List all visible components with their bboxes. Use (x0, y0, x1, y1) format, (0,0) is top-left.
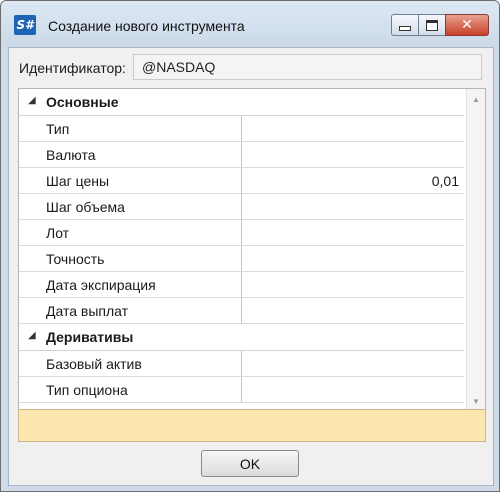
column-divider[interactable] (241, 142, 242, 167)
property-row[interactable]: Тип опциона (19, 377, 464, 403)
vertical-scrollbar[interactable]: ▲ ▼ (466, 89, 485, 410)
title-bar[interactable]: S# Создание нового инструмента ✕ (1, 1, 499, 47)
property-grid: ◢ Основные Тип Валюта Шаг цены 0,01 Шаг объема… (18, 88, 486, 411)
property-row[interactable]: Точность (19, 246, 464, 272)
property-name: Лот (46, 225, 70, 241)
property-name: Базовый актив (46, 356, 142, 372)
identifier-field[interactable]: @NASDAQ (133, 54, 482, 80)
ok-button[interactable]: OK (201, 450, 299, 477)
property-description-panel (18, 409, 486, 442)
minimize-button[interactable] (391, 14, 418, 36)
property-row[interactable]: Лот (19, 220, 464, 246)
dialog-content: Идентификатор: @NASDAQ ◢ Основные Тип Валют… (8, 47, 494, 486)
identifier-label: Идентификатор: (19, 60, 126, 76)
scroll-down-icon[interactable]: ▼ (472, 397, 480, 406)
column-divider[interactable] (241, 246, 242, 271)
collapse-triangle-icon[interactable]: ◢ (28, 95, 36, 106)
property-name: Дата выплат (46, 303, 129, 319)
property-row[interactable]: Шаг объема (19, 194, 464, 220)
property-rows: ◢ Основные Тип Валюта Шаг цены 0,01 Шаг объема… (19, 89, 464, 403)
dialog-window: S# Создание нового инструмента ✕ Идентиф… (0, 0, 500, 492)
column-divider[interactable] (241, 220, 242, 245)
property-name: Тип опциона (46, 382, 128, 398)
group-label: Деривативы (46, 329, 134, 345)
group-header[interactable]: ◢ Деривативы (19, 324, 464, 351)
column-divider[interactable] (241, 168, 242, 193)
group-label: Основные (46, 94, 119, 110)
column-divider[interactable] (241, 377, 242, 402)
property-name: Точность (46, 251, 105, 267)
property-value[interactable]: 0,01 (432, 173, 459, 189)
column-divider[interactable] (241, 351, 242, 376)
close-icon: ✕ (461, 17, 473, 33)
window-controls: ✕ (391, 14, 489, 36)
column-divider[interactable] (241, 272, 242, 297)
property-row[interactable]: Базовый актив (19, 351, 464, 377)
scroll-up-icon[interactable]: ▲ (472, 95, 480, 104)
property-row[interactable]: Шаг цены 0,01 (19, 168, 464, 194)
minimize-icon (399, 25, 411, 31)
maximize-icon (426, 19, 438, 31)
maximize-button[interactable] (418, 14, 445, 36)
property-name: Валюта (46, 147, 96, 163)
column-divider[interactable] (241, 194, 242, 219)
window-title: Создание нового инструмента (48, 18, 245, 34)
property-row[interactable]: Тип (19, 116, 464, 142)
close-button[interactable]: ✕ (445, 14, 489, 36)
property-row[interactable]: Валюта (19, 142, 464, 168)
collapse-triangle-icon[interactable]: ◢ (28, 330, 36, 341)
property-name: Шаг цены (46, 173, 110, 189)
column-divider[interactable] (241, 298, 242, 323)
property-name: Шаг объема (46, 199, 125, 215)
property-row[interactable]: Дата экспирация (19, 272, 464, 298)
property-row[interactable]: Дата выплат (19, 298, 464, 324)
property-name: Тип (46, 121, 70, 137)
column-divider[interactable] (241, 116, 242, 141)
property-name: Дата экспирация (46, 277, 156, 293)
group-header[interactable]: ◢ Основные (19, 89, 464, 116)
app-logo-icon: S# (14, 15, 36, 35)
